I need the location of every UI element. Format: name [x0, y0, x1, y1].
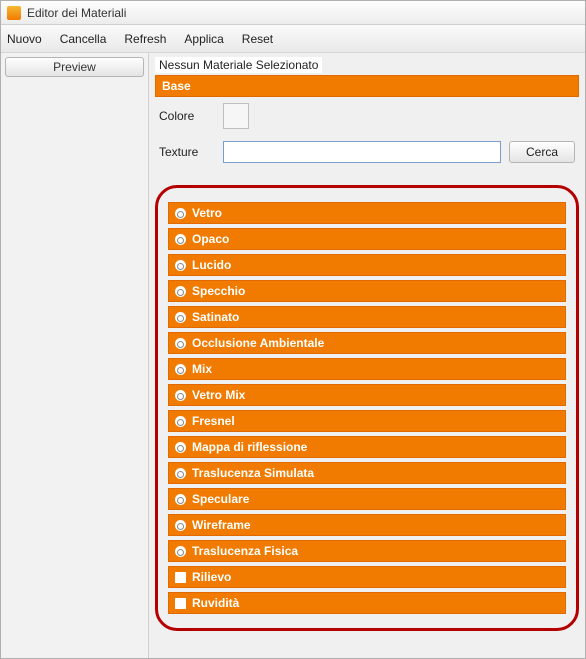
property-row[interactable]: Opaco: [168, 228, 566, 250]
titlebar: Editor dei Materiali: [1, 1, 585, 25]
property-label: Rilievo: [192, 570, 231, 584]
property-label: Opaco: [192, 232, 229, 246]
property-label: Ruvidità: [192, 596, 239, 610]
base-header[interactable]: Base: [155, 75, 579, 97]
window-title: Editor dei Materiali: [27, 6, 126, 20]
property-row[interactable]: Satinato: [168, 306, 566, 328]
checkbox-icon[interactable]: [175, 572, 186, 583]
property-label: Vetro: [192, 206, 222, 220]
radio-icon[interactable]: [175, 520, 186, 531]
property-row[interactable]: Vetro Mix: [168, 384, 566, 406]
preview-button-label: Preview: [53, 60, 96, 74]
property-label: Mappa di riflessione: [192, 440, 307, 454]
texture-row: Texture Cerca: [155, 135, 579, 169]
property-row[interactable]: Ruvidità: [168, 592, 566, 614]
property-row[interactable]: Traslucenza Fisica: [168, 540, 566, 562]
property-label: Specchio: [192, 284, 245, 298]
property-label: Vetro Mix: [192, 388, 245, 402]
main-panel: Nessun Materiale Selezionato Base Colore…: [149, 53, 585, 658]
radio-icon[interactable]: [175, 416, 186, 427]
texture-label: Texture: [159, 145, 215, 159]
menu-reset[interactable]: Reset: [242, 32, 273, 46]
status-text: Nessun Materiale Selezionato: [155, 57, 322, 73]
properties-box: Vetro Opaco Lucido Specchio Satinato Occlusio…: [155, 185, 579, 631]
colore-row: Colore: [155, 97, 579, 135]
property-label: Traslucenza Simulata: [192, 466, 314, 480]
property-label: Mix: [192, 362, 212, 376]
radio-icon[interactable]: [175, 234, 186, 245]
sidebar: Preview: [1, 53, 149, 658]
radio-icon[interactable]: [175, 338, 186, 349]
radio-icon[interactable]: [175, 494, 186, 505]
radio-icon[interactable]: [175, 546, 186, 557]
app-icon: [7, 6, 21, 20]
property-label: Wireframe: [192, 518, 251, 532]
radio-icon[interactable]: [175, 442, 186, 453]
material-editor-window: Editor dei Materiali Nuovo Cancella Refr…: [0, 0, 586, 659]
radio-icon[interactable]: [175, 260, 186, 271]
property-label: Occlusione Ambientale: [192, 336, 324, 350]
cerca-button-label: Cerca: [526, 145, 558, 159]
property-row[interactable]: Specchio: [168, 280, 566, 302]
texture-input[interactable]: [223, 141, 501, 163]
radio-icon[interactable]: [175, 468, 186, 479]
property-row[interactable]: Mappa di riflessione: [168, 436, 566, 458]
menu-cancella[interactable]: Cancella: [60, 32, 107, 46]
radio-icon[interactable]: [175, 390, 186, 401]
radio-icon[interactable]: [175, 208, 186, 219]
radio-icon[interactable]: [175, 312, 186, 323]
cerca-button[interactable]: Cerca: [509, 141, 575, 163]
property-row[interactable]: Vetro: [168, 202, 566, 224]
property-row[interactable]: Occlusione Ambientale: [168, 332, 566, 354]
property-row[interactable]: Traslucenza Simulata: [168, 462, 566, 484]
property-row[interactable]: Speculare: [168, 488, 566, 510]
menubar: Nuovo Cancella Refresh Applica Reset: [1, 25, 585, 53]
menu-applica[interactable]: Applica: [184, 32, 223, 46]
property-label: Satinato: [192, 310, 239, 324]
colore-label: Colore: [159, 109, 215, 123]
property-row[interactable]: Mix: [168, 358, 566, 380]
checkbox-icon[interactable]: [175, 598, 186, 609]
preview-button[interactable]: Preview: [5, 57, 144, 77]
menu-refresh[interactable]: Refresh: [124, 32, 166, 46]
color-swatch[interactable]: [223, 103, 249, 129]
property-label: Speculare: [192, 492, 249, 506]
property-row[interactable]: Fresnel: [168, 410, 566, 432]
property-row[interactable]: Rilievo: [168, 566, 566, 588]
radio-icon[interactable]: [175, 364, 186, 375]
property-label: Lucido: [192, 258, 231, 272]
property-row[interactable]: Wireframe: [168, 514, 566, 536]
radio-icon[interactable]: [175, 286, 186, 297]
property-label: Fresnel: [192, 414, 235, 428]
menu-nuovo[interactable]: Nuovo: [7, 32, 42, 46]
property-row[interactable]: Lucido: [168, 254, 566, 276]
property-label: Traslucenza Fisica: [192, 544, 298, 558]
